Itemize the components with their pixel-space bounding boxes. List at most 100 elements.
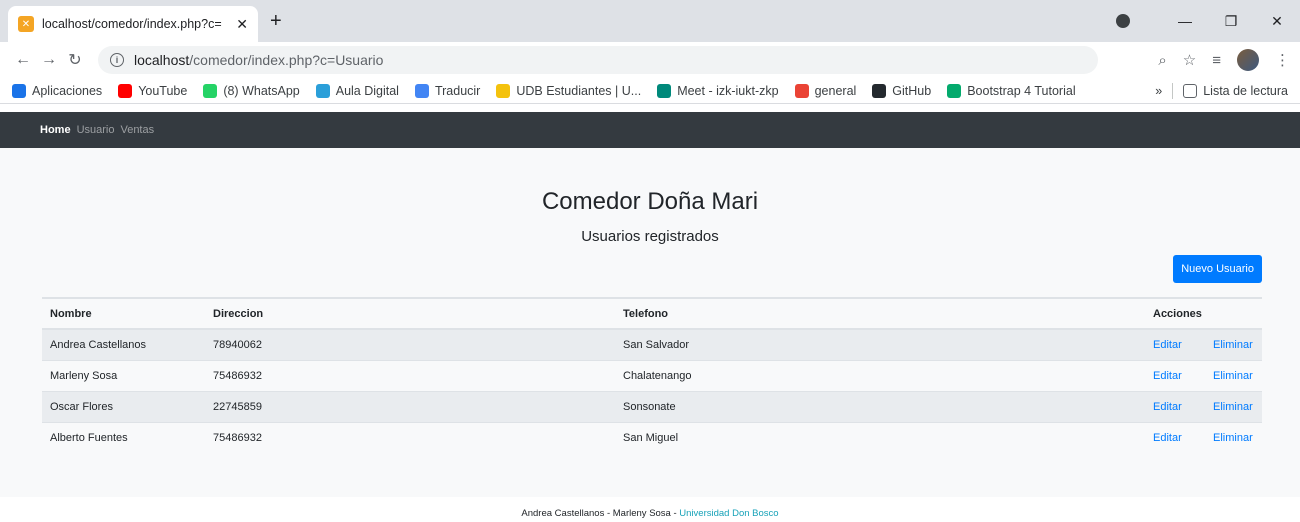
udb-icon — [496, 83, 511, 98]
bookmark-item[interactable]: GitHub — [872, 83, 932, 98]
bookmark-item[interactable]: Bootstrap 4 Tutorial — [947, 83, 1076, 98]
zoom-icon[interactable]: ⌕ — [1158, 52, 1166, 69]
back-arrow-icon[interactable]: ← — [10, 51, 36, 69]
page-subtitle: Usuarios registrados — [581, 228, 719, 245]
table-row: Andrea Castellanos 78940062 San Salvador… — [42, 328, 1262, 360]
meet-icon — [657, 83, 672, 98]
delete-link[interactable]: Eliminar — [1213, 370, 1253, 382]
table-row: Marleny Sosa 75486932 Chalatenango Edita… — [42, 359, 1262, 391]
reading-list-bookmark-icon — [1183, 83, 1198, 98]
reload-icon[interactable]: ↻ — [62, 50, 88, 70]
cell-telefono: Sonsonate — [615, 390, 1145, 422]
bookmark-label: UDB Estudiantes | U... — [516, 83, 642, 98]
bookmark-label: Meet - izk-iukt-zkp — [677, 83, 779, 98]
cell-nombre: Oscar Flores — [42, 390, 205, 422]
bookmark-label: (8) WhatsApp — [223, 83, 300, 98]
user-avatar[interactable] — [1237, 49, 1259, 71]
cell-nombre: Marleny Sosa — [42, 359, 205, 391]
top-navbar: Home Usuario Ventas — [0, 112, 1300, 148]
cell-nombre: Alberto Fuentes — [42, 421, 205, 453]
aula-digital-icon — [315, 83, 330, 98]
nav-usuario[interactable]: Usuario — [77, 124, 115, 136]
bookmarks-divider — [1172, 82, 1174, 99]
profile-indicator-icon[interactable] — [1116, 14, 1130, 28]
apps-grid-icon — [12, 83, 26, 98]
toolbar-actions: ⌕ ☆ ≡ ⋮ — [1158, 49, 1290, 71]
main-content: Comedor Doña Mari Usuarios registrados N… — [0, 148, 1300, 497]
header-telefono: Telefono — [615, 297, 1145, 330]
close-window-icon[interactable]: ✕ — [1254, 13, 1300, 30]
edit-link[interactable]: Editar — [1153, 401, 1182, 413]
url-host: localhost — [134, 52, 190, 68]
more-bookmarks-icon[interactable]: » — [1155, 84, 1162, 98]
bookmark-item[interactable]: general — [794, 83, 857, 98]
table-row: Alberto Fuentes 75486932 San Miguel Edit… — [42, 421, 1262, 453]
address-bar[interactable]: i localhost/comedor/index.php?c=Usuario — [98, 46, 1098, 74]
browser-toolbar: ← → ↻ i localhost/comedor/index.php?c=Us… — [0, 42, 1300, 78]
whatsapp-icon — [203, 83, 218, 98]
window-controls: — ❐ ✕ — [1162, 0, 1300, 42]
bookmark-label: Traducir — [434, 83, 481, 98]
bookmark-item[interactable]: Aula Digital — [315, 83, 399, 98]
reading-list-link[interactable]: Lista de lectura — [1203, 84, 1288, 98]
cell-nombre: Andrea Castellanos — [42, 328, 205, 360]
bookmark-label: YouTube — [138, 83, 188, 98]
delete-link[interactable]: Eliminar — [1213, 401, 1253, 413]
youtube-icon — [118, 83, 133, 98]
bookmark-item[interactable]: UDB Estudiantes | U... — [496, 83, 642, 98]
delete-link[interactable]: Eliminar — [1213, 432, 1253, 444]
bookmark-item[interactable]: Meet - izk-iukt-zkp — [657, 83, 779, 98]
github-icon — [872, 83, 887, 98]
restore-icon[interactable]: ❐ — [1208, 13, 1254, 30]
edit-link[interactable]: Editar — [1153, 339, 1182, 351]
cell-direccion: 75486932 — [205, 421, 615, 453]
footer-authors: Andrea Castellanos - Marleny Sosa - — [521, 508, 680, 519]
xampp-favicon-icon: ✕ — [18, 16, 34, 32]
bookmarks-bar: Aplicaciones YouTube (8) WhatsApp Aula Digi… — [0, 78, 1300, 104]
bookmark-item[interactable]: Aplicaciones — [12, 83, 103, 98]
bookmark-star-icon[interactable]: ☆ — [1183, 51, 1196, 69]
header-direccion: Direccion — [205, 297, 615, 330]
url-path: /comedor/index.php?c=Usuario — [189, 52, 384, 68]
cell-direccion: 75486932 — [205, 359, 615, 391]
table-row: Oscar Flores 22745859 Sonsonate Editar E… — [42, 390, 1262, 422]
site-info-icon[interactable]: i — [110, 53, 124, 67]
bookmark-label: general — [814, 83, 857, 98]
forward-arrow-icon[interactable]: → — [36, 51, 62, 69]
bookmark-label: Aula Digital — [335, 83, 399, 98]
cell-telefono: San Salvador — [615, 328, 1145, 360]
cell-direccion: 22745859 — [205, 390, 615, 422]
bookmark-label: Bootstrap 4 Tutorial — [967, 83, 1076, 98]
table-header-row: Nombre Direccion Telefono Acciones — [42, 297, 1262, 330]
minimize-icon[interactable]: — — [1162, 13, 1208, 29]
edit-link[interactable]: Editar — [1153, 370, 1182, 382]
browser-tabstrip: ✕ localhost/comedor/index.php?c= ✕ + — ❐… — [0, 0, 1300, 42]
bookmark-item[interactable]: Traducir — [414, 83, 481, 98]
general-icon — [794, 83, 809, 98]
delete-link[interactable]: Eliminar — [1213, 339, 1253, 351]
footer: Andrea Castellanos - Marleny Sosa - Univ… — [0, 508, 1300, 519]
reading-list-icon[interactable]: ≡ — [1212, 52, 1221, 69]
header-acciones: Acciones — [1145, 297, 1262, 330]
edit-link[interactable]: Editar — [1153, 432, 1182, 444]
footer-university-link[interactable]: Universidad Don Bosco — [679, 508, 778, 519]
translate-icon — [414, 83, 429, 98]
menu-kebab-icon[interactable]: ⋮ — [1275, 51, 1290, 69]
nav-home[interactable]: Home — [40, 124, 71, 136]
cell-direccion: 78940062 — [205, 328, 615, 360]
browser-tab[interactable]: ✕ localhost/comedor/index.php?c= ✕ — [8, 6, 258, 42]
cell-telefono: Chalatenango — [615, 359, 1145, 391]
bookmark-label: GitHub — [892, 83, 932, 98]
cell-telefono: San Miguel — [615, 421, 1145, 453]
tab-title: localhost/comedor/index.php?c= — [42, 17, 222, 31]
tab-close-icon[interactable]: ✕ — [236, 16, 248, 33]
nav-ventas[interactable]: Ventas — [120, 124, 154, 136]
bookmark-label: Aplicaciones — [32, 83, 103, 98]
w3schools-icon — [947, 83, 962, 98]
new-user-button[interactable]: Nuevo Usuario — [1173, 255, 1262, 283]
users-table: Nombre Direccion Telefono Acciones Andre… — [42, 297, 1262, 453]
bookmark-item[interactable]: (8) WhatsApp — [203, 83, 300, 98]
new-tab-icon[interactable]: + — [270, 10, 282, 33]
bookmark-item[interactable]: YouTube — [118, 83, 188, 98]
bookmarks-right: » Lista de lectura — [1155, 82, 1288, 99]
